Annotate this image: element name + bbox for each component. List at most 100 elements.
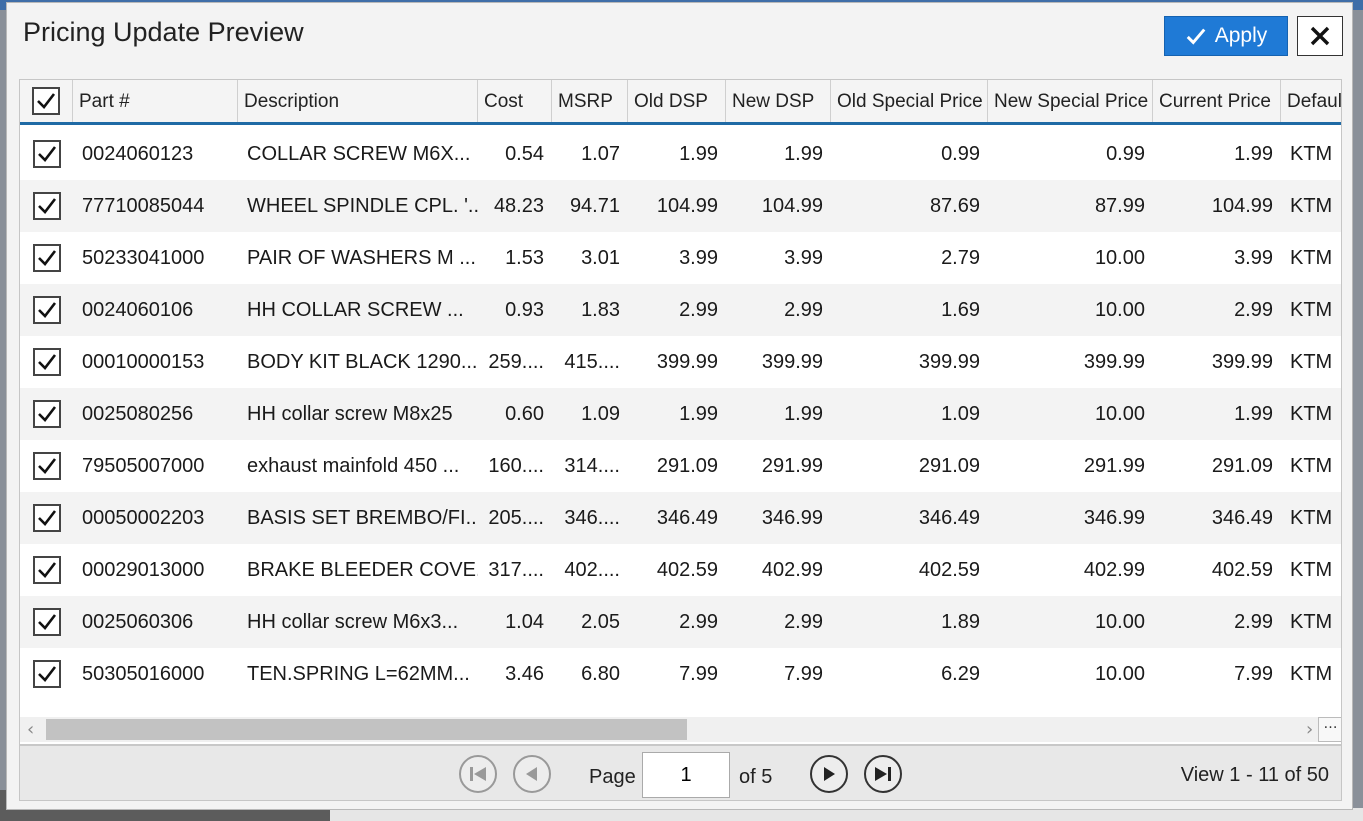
checkmark-icon xyxy=(37,406,56,422)
row-checkbox[interactable] xyxy=(32,140,61,168)
row-checkbox[interactable] xyxy=(32,556,61,584)
row-select-cell xyxy=(20,648,73,700)
cell-old-dsp: 291.09 xyxy=(656,455,718,477)
col-header-old-dsp[interactable]: Old DSP xyxy=(628,80,726,122)
dialog-title: Pricing Update Preview xyxy=(23,17,304,47)
cell-part-number: 0025080256 xyxy=(82,403,194,425)
next-page-button[interactable] xyxy=(810,755,848,793)
scroll-left-icon[interactable]: ‹ xyxy=(27,719,34,740)
row-checkbox[interactable] xyxy=(32,348,61,376)
first-page-button[interactable] xyxy=(459,755,497,793)
first-page-icon xyxy=(470,767,486,781)
cell-new-special-price: 399.99 xyxy=(1083,351,1145,373)
checkmark-icon xyxy=(37,93,56,109)
cell-old-dsp: 402.59 xyxy=(656,559,718,581)
cell-part-number: 0024060123 xyxy=(82,143,194,165)
checkmark-icon xyxy=(37,666,56,682)
row-checkbox[interactable] xyxy=(32,608,61,636)
horizontal-scrollbar[interactable]: ‹ › … xyxy=(20,717,1341,742)
cell-msrp: 1.83 xyxy=(581,299,620,321)
cell-default: KTM xyxy=(1290,507,1333,529)
cell-new-dsp: 7.99 xyxy=(784,663,823,685)
scroll-right-icon[interactable]: › xyxy=(1306,719,1313,740)
table-row[interactable]: 0024060123 COLLAR SCREW M6X... 0.54 1.07 1.9… xyxy=(20,128,1341,180)
row-checkbox[interactable] xyxy=(32,244,61,272)
cell-default: KTM xyxy=(1290,351,1333,373)
column-chooser-icon[interactable]: … xyxy=(1318,717,1341,742)
cell-msrp: 314.... xyxy=(564,455,620,477)
table-row[interactable]: 50305016000 TEN.SPRING L=62MM... 3.46 6.80 7… xyxy=(20,648,1341,700)
cell-old-special-price: 1.69 xyxy=(941,299,980,321)
cell-current-price: 104.99 xyxy=(1211,195,1273,217)
last-page-button[interactable] xyxy=(864,755,902,793)
checkmark-icon xyxy=(37,562,56,578)
cell-new-dsp: 3.99 xyxy=(784,247,823,269)
col-header-new-special-price[interactable]: New Special Price xyxy=(988,80,1153,122)
cell-old-special-price: 346.49 xyxy=(918,507,980,529)
table-row[interactable]: 77710085044 WHEEL SPINDLE CPL. '... 48.23 9… xyxy=(20,180,1341,232)
row-select-cell xyxy=(20,232,73,284)
cell-new-dsp: 104.99 xyxy=(761,195,823,217)
cell-old-dsp: 104.99 xyxy=(656,195,718,217)
checkmark-icon xyxy=(37,510,56,526)
table-row[interactable]: 00010000153 BODY KIT BLACK 1290... 259....… xyxy=(20,336,1341,388)
cell-new-special-price: 346.99 xyxy=(1083,507,1145,529)
col-header-cost[interactable]: Cost xyxy=(478,80,552,122)
col-header-new-dsp[interactable]: New DSP xyxy=(726,80,831,122)
cell-current-price: 7.99 xyxy=(1234,663,1273,685)
close-icon xyxy=(1310,26,1330,46)
scrollbar-thumb[interactable] xyxy=(46,719,687,740)
pricing-grid: Part # Description Cost MSRP Old DSP New… xyxy=(19,79,1342,801)
col-header-old-special-price[interactable]: Old Special Price xyxy=(831,80,988,122)
view-range-label: View 1 - 11 of 50 xyxy=(1180,764,1329,786)
table-row[interactable]: 50233041000 PAIR OF WASHERS M ... 1.53 3.01… xyxy=(20,232,1341,284)
cell-cost: 0.60 xyxy=(505,403,544,425)
row-checkbox[interactable] xyxy=(32,504,61,532)
row-checkbox[interactable] xyxy=(32,192,61,220)
cell-current-price: 2.99 xyxy=(1234,611,1273,633)
col-header-current-price[interactable]: Current Price xyxy=(1153,80,1281,122)
close-button[interactable] xyxy=(1297,16,1343,56)
cell-description: WHEEL SPINDLE CPL. '... xyxy=(247,195,478,217)
table-row[interactable]: 0025060306 HH collar screw M6x3... 1.04 2.0… xyxy=(20,596,1341,648)
row-checkbox[interactable] xyxy=(32,296,61,324)
cell-old-special-price: 2.79 xyxy=(941,247,980,269)
cell-description: COLLAR SCREW M6X... xyxy=(247,143,471,165)
cell-default: KTM xyxy=(1290,611,1333,633)
page-count-label: of 5 xyxy=(739,766,773,788)
table-row[interactable]: 0025080256 HH collar screw M8x25 0.60 1.09 1… xyxy=(20,388,1341,440)
checkmark-icon xyxy=(37,302,56,318)
cell-old-special-price: 402.59 xyxy=(918,559,980,581)
cell-old-special-price: 291.09 xyxy=(918,455,980,477)
table-row[interactable]: 00029013000 BRAKE BLEEDER COVE... 317.... 4… xyxy=(20,544,1341,596)
cell-cost: 3.46 xyxy=(505,663,544,685)
row-checkbox[interactable] xyxy=(32,660,61,688)
cell-default: KTM xyxy=(1290,455,1333,477)
cell-new-dsp: 1.99 xyxy=(784,403,823,425)
row-checkbox[interactable] xyxy=(32,452,61,480)
row-checkbox[interactable] xyxy=(32,400,61,428)
table-row[interactable]: 79505007000 exhaust mainfold 450 ... 160..… xyxy=(20,440,1341,492)
cell-new-dsp: 1.99 xyxy=(784,143,823,165)
col-header-part[interactable]: Part # xyxy=(73,80,238,122)
check-icon xyxy=(1186,28,1206,45)
cell-description: BRAKE BLEEDER COVE... xyxy=(247,559,478,581)
apply-button[interactable]: Apply xyxy=(1164,16,1288,56)
table-row[interactable]: 0024060106 HH COLLAR SCREW ... 0.93 1.83 2.9… xyxy=(20,284,1341,336)
row-select-cell xyxy=(20,596,73,648)
cell-description: HH collar screw M6x3... xyxy=(247,611,459,633)
col-header-msrp[interactable]: MSRP xyxy=(552,80,628,122)
select-all-checkbox[interactable] xyxy=(32,87,60,115)
cell-new-dsp: 402.99 xyxy=(761,559,823,581)
checkmark-icon xyxy=(37,354,56,370)
table-row[interactable]: 00050002203 BASIS SET BREMBO/FI... 205....… xyxy=(20,492,1341,544)
col-header-description[interactable]: Description xyxy=(238,80,478,122)
previous-page-button[interactable] xyxy=(513,755,551,793)
page-number-input[interactable] xyxy=(642,752,730,798)
checkmark-icon xyxy=(37,198,56,214)
row-select-cell xyxy=(20,180,73,232)
cell-new-dsp: 346.99 xyxy=(761,507,823,529)
col-header-default[interactable]: Defaul xyxy=(1281,80,1341,122)
cell-msrp: 1.07 xyxy=(581,143,620,165)
last-page-icon xyxy=(875,767,891,781)
